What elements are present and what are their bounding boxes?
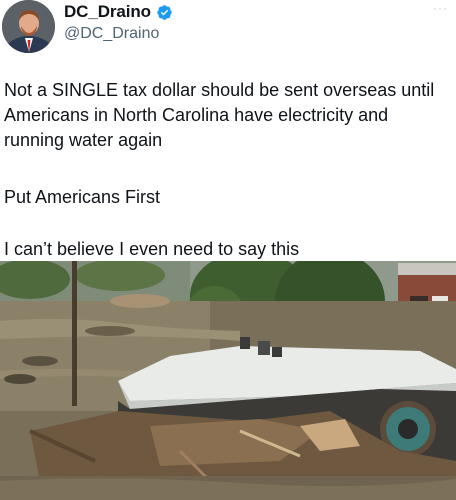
author-name-row: DC_Draino	[64, 2, 173, 22]
verified-badge-icon	[156, 4, 173, 21]
flood-damage-photo[interactable]	[0, 261, 456, 500]
tweet-text-paragraph-3: I can’t believe I even need to say this	[4, 239, 300, 259]
tweet-card: DC_Draino @DC_Draino ··· Not a SINGLE ta…	[0, 0, 456, 500]
more-options-icon[interactable]: ···	[433, 2, 448, 14]
tweet-text-paragraph-1: Not a SINGLE tax dollar should be sent o…	[4, 80, 435, 150]
tweet-text-paragraph-2: Put Americans First	[4, 187, 161, 207]
avatar[interactable]	[2, 0, 55, 53]
author-display-name[interactable]: DC_Draino	[64, 2, 151, 22]
author-handle[interactable]: @DC_Draino	[64, 25, 159, 43]
